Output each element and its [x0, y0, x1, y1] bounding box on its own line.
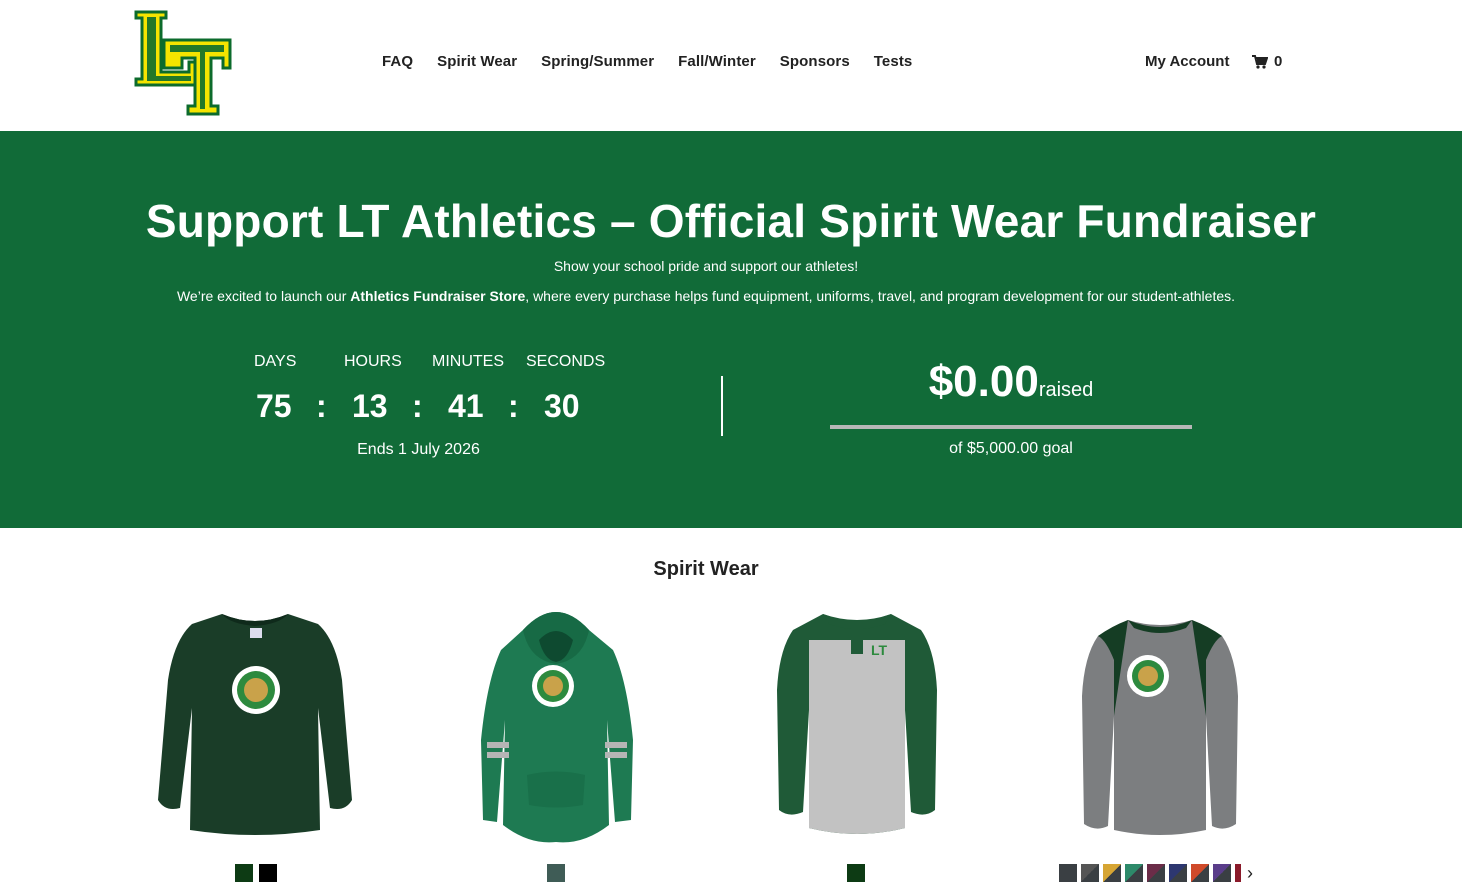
nav-tests[interactable]: Tests — [874, 53, 913, 70]
swatch[interactable] — [1191, 864, 1209, 882]
product-card[interactable]: LT — [745, 600, 975, 845]
product-card[interactable] — [1046, 600, 1276, 845]
nav-spirit-wear[interactable]: Spirit Wear — [437, 53, 517, 70]
hours-label: HOURS — [344, 353, 402, 370]
raglan-tee-image[interactable] — [1046, 600, 1276, 845]
product-card[interactable] — [140, 600, 370, 845]
days-label: DAYS — [254, 353, 297, 370]
lt-logo[interactable] — [134, 10, 232, 116]
long-sleeve-tee-image[interactable] — [140, 600, 370, 845]
divider — [721, 376, 723, 436]
cart-button[interactable]: 0 — [1252, 53, 1282, 70]
color-swatches: › — [1059, 864, 1253, 882]
seconds-label: SECONDS — [526, 353, 606, 370]
swatch[interactable] — [1169, 864, 1187, 882]
swatch[interactable] — [1081, 864, 1099, 882]
separator: : — [508, 388, 519, 424]
hero-description: We’re excited to launch our Athletics Fu… — [176, 288, 1236, 304]
nav-sponsors[interactable]: Sponsors — [780, 53, 850, 70]
store-name: Athletics Fundraiser Store — [350, 288, 526, 304]
color-swatches — [235, 864, 277, 882]
svg-text:LT: LT — [871, 642, 888, 658]
fundraiser-progress-bar — [830, 425, 1192, 429]
swatch[interactable] — [1213, 864, 1231, 882]
swatch[interactable] — [1125, 864, 1143, 882]
nav-faq[interactable]: FAQ — [382, 53, 413, 70]
raised-amount: $0.00raised — [830, 357, 1192, 407]
swatch[interactable] — [1147, 864, 1165, 882]
product-card[interactable] — [443, 600, 673, 845]
nav-fall-winter[interactable]: Fall/Winter — [678, 53, 756, 70]
color-swatches — [547, 864, 565, 882]
raised-word: raised — [1038, 379, 1094, 401]
days-value: 75 — [256, 388, 292, 424]
chevron-right-icon[interactable]: › — [1247, 864, 1253, 882]
separator: : — [412, 388, 423, 424]
nav-spring-summer[interactable]: Spring/Summer — [541, 53, 654, 70]
henley-image[interactable]: LT — [745, 600, 975, 845]
hoodie-image[interactable] — [443, 600, 673, 845]
seconds-value: 30 — [544, 388, 580, 424]
swatch[interactable] — [1235, 864, 1241, 882]
hero-subtitle: Show your school pride and support our a… — [553, 258, 859, 274]
my-account-link[interactable]: My Account — [1145, 53, 1229, 70]
cart-count: 0 — [1274, 53, 1283, 70]
fundraiser-goal: of $5,000.00 goal — [949, 440, 1073, 457]
section-title: Spirit Wear — [653, 558, 759, 580]
color-swatches — [847, 864, 865, 882]
swatch[interactable] — [1103, 864, 1121, 882]
swatch[interactable] — [847, 864, 865, 882]
swatch[interactable] — [1059, 864, 1077, 882]
hero-title: Support LT Athletics – Official Spirit W… — [145, 195, 1317, 247]
swatch[interactable] — [259, 864, 277, 882]
hours-value: 13 — [352, 388, 388, 424]
minutes-value: 41 — [448, 388, 484, 424]
cart-icon — [1252, 54, 1268, 69]
hero-banner: Support LT Athletics – Official Spirit W… — [0, 131, 1462, 528]
countdown-end-date: Ends 1 July 2026 — [357, 441, 480, 458]
swatch[interactable] — [547, 864, 565, 882]
main-nav: FAQ Spirit Wear Spring/Summer Fall/Winte… — [382, 53, 912, 70]
swatch[interactable] — [235, 864, 253, 882]
minutes-label: MINUTES — [432, 353, 504, 370]
site-header: FAQ Spirit Wear Spring/Summer Fall/Winte… — [0, 0, 1462, 131]
separator: : — [316, 388, 327, 424]
raised-value: $0.00 — [928, 357, 1039, 406]
